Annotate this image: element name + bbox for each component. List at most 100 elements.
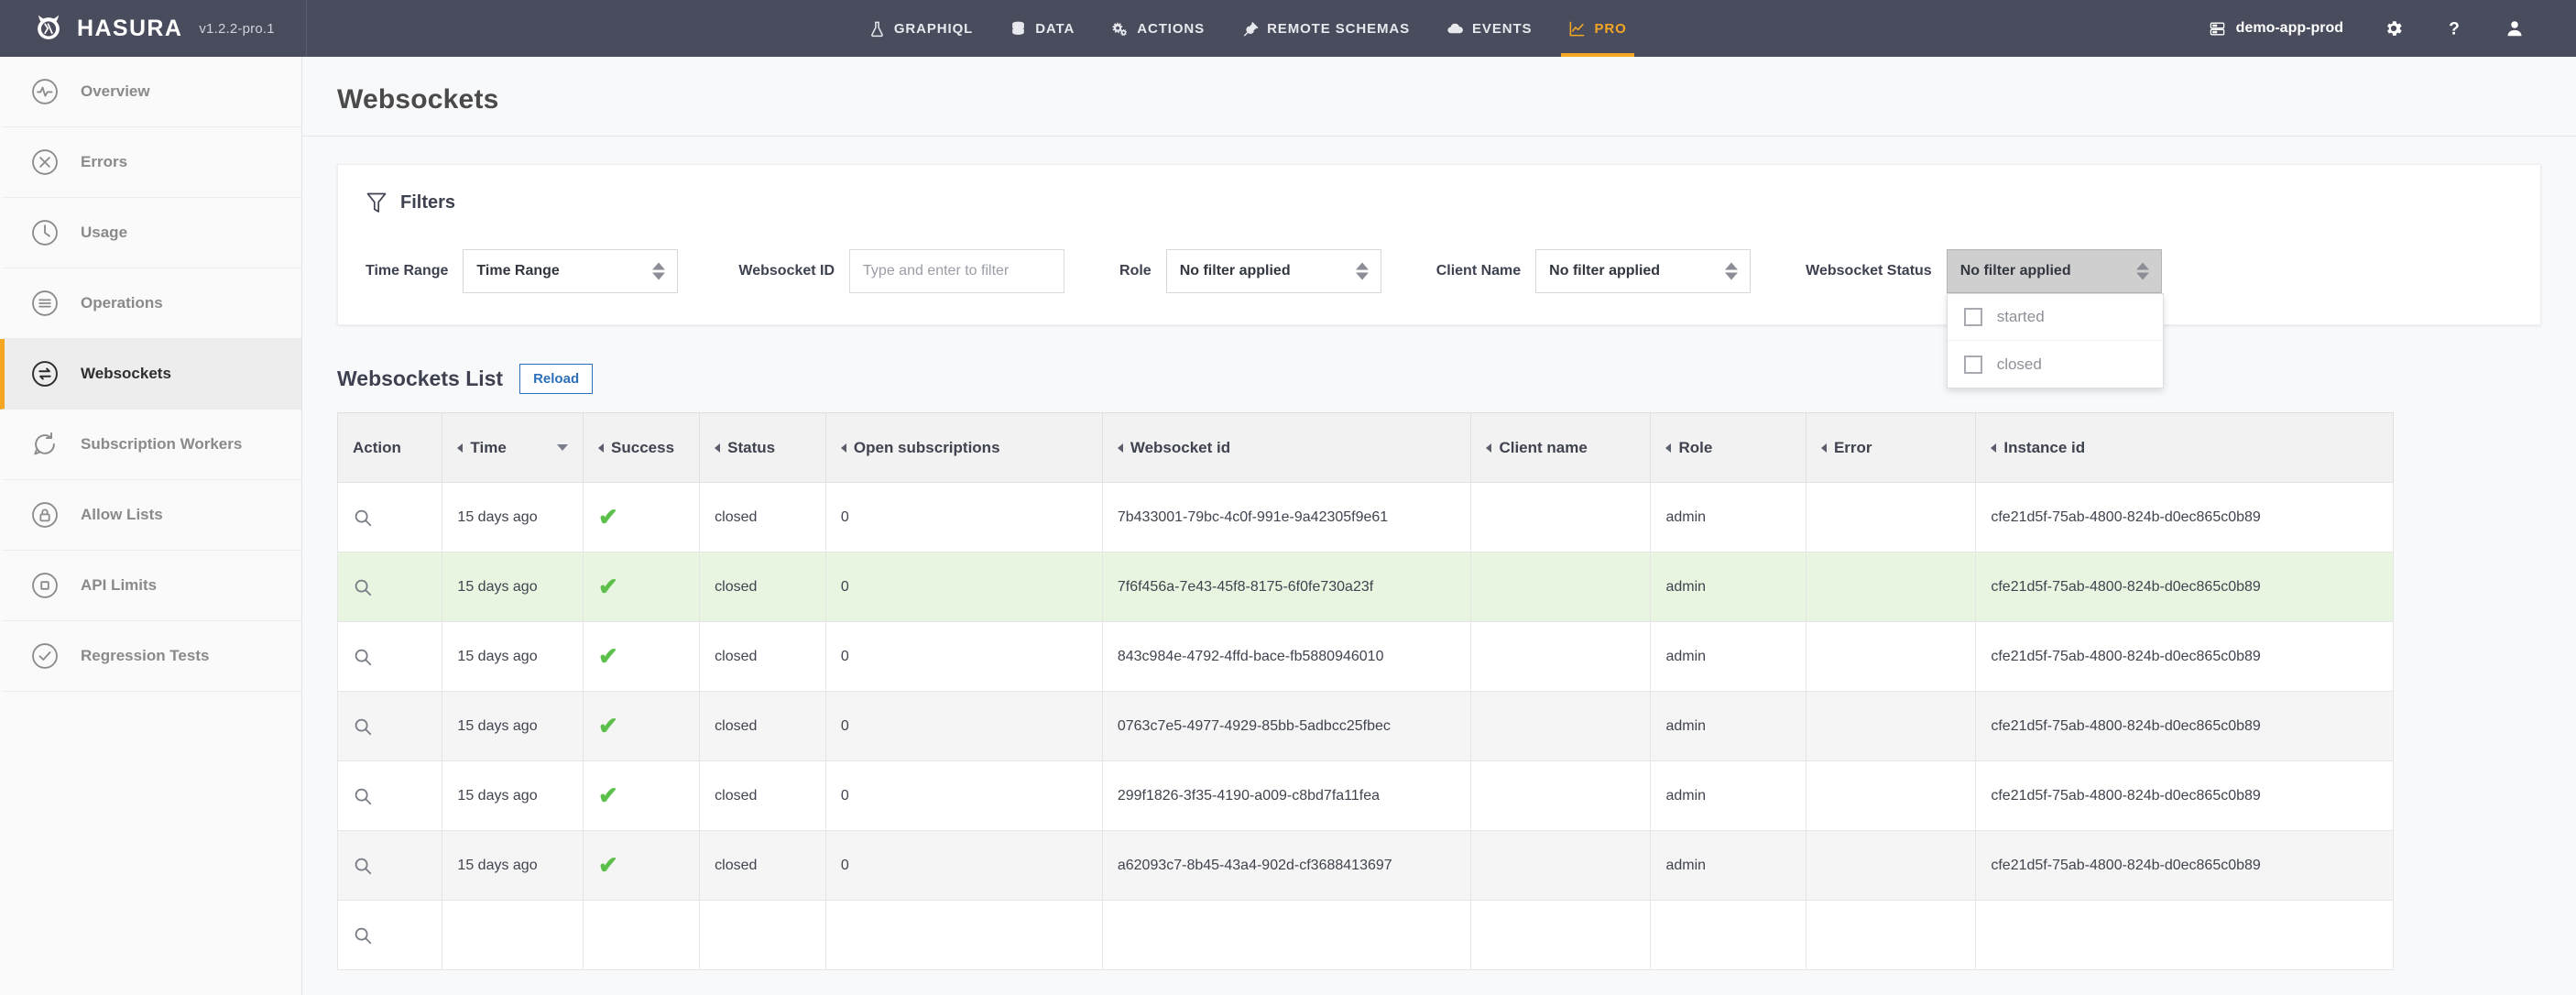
success-check-icon: ✔ (598, 642, 618, 670)
cell-action[interactable] (338, 552, 442, 622)
table-row[interactable]: 15 days ago✔closed0a62093c7-8b45-43a4-90… (338, 831, 2394, 901)
column-label: Role (1678, 439, 1712, 457)
column-header-role[interactable]: Role (1651, 413, 1806, 483)
column-header-instance-id[interactable]: Instance id (1976, 413, 2394, 483)
nav-item-data[interactable]: DATA (991, 0, 1093, 57)
websocket-status-select[interactable]: No filter applied started closed (1947, 249, 2162, 293)
reload-button[interactable]: Reload (519, 364, 593, 394)
sidebar-item-usage[interactable]: Usage (0, 198, 301, 268)
column-header-action[interactable]: Action (338, 413, 442, 483)
time-range-value: Time Range (476, 263, 559, 279)
column-header-status[interactable]: Status (700, 413, 826, 483)
table-row[interactable]: 15 days ago✔closed0299f1826-3f35-4190-a0… (338, 761, 2394, 831)
nav-item-label: PRO (1594, 21, 1626, 37)
column-label: Error (1834, 439, 1872, 457)
sidebar-item-websockets[interactable]: Websockets (0, 339, 301, 410)
column-label: Websocket id (1130, 439, 1230, 457)
websocket-status-label: Websocket Status (1806, 263, 1932, 279)
cell-action[interactable] (338, 692, 442, 761)
nav-item-pro[interactable]: PRO (1550, 0, 1644, 57)
sidebar-item-overview[interactable]: Overview (0, 57, 301, 127)
client-name-value: No filter applied (1549, 263, 1660, 279)
column-header-client-name[interactable]: Client name (1471, 413, 1651, 483)
settings-button[interactable] (2363, 18, 2424, 38)
cell-instance-id: cfe21d5f-75ab-4800-824b-d0ec865c0b89 (1976, 761, 2394, 831)
sidebar-item-operations[interactable]: Operations (0, 268, 301, 339)
search-icon[interactable] (353, 577, 373, 597)
sidebar-item-subscription-workers[interactable]: Subscription Workers (0, 410, 301, 480)
cell-action[interactable] (338, 622, 442, 692)
column-label: Instance id (2003, 439, 2085, 457)
project-name: demo-app-prod (2236, 20, 2343, 37)
help-button[interactable]: ? (2424, 18, 2484, 38)
time-range-select[interactable]: Time Range (463, 249, 678, 293)
table-row[interactable] (338, 901, 2394, 970)
search-icon[interactable] (353, 856, 373, 876)
search-icon[interactable] (353, 716, 373, 737)
cell-time (442, 901, 584, 970)
cell-role (1651, 901, 1806, 970)
sidebar-item-regression-tests[interactable]: Regression Tests (0, 621, 301, 692)
time-range-label: Time Range (366, 263, 448, 279)
sidebar-item-allow-lists[interactable]: Allow Lists (0, 480, 301, 551)
table-row[interactable]: 15 days ago✔closed07f6f456a-7e43-45f8-81… (338, 552, 2394, 622)
column-header-success[interactable]: Success (584, 413, 700, 483)
role-value: No filter applied (1180, 263, 1291, 279)
column-header-websocket-id[interactable]: Websocket id (1102, 413, 1471, 483)
filters-header: Filters (366, 191, 2513, 214)
nav-item-graphiql[interactable]: GRAPHIQL (850, 0, 991, 57)
svg-text:?: ? (2449, 19, 2460, 38)
client-name-select[interactable]: No filter applied (1535, 249, 1751, 293)
cell-websocket-id (1102, 901, 1471, 970)
table-row[interactable]: 15 days ago✔closed00763c7e5-4977-4929-85… (338, 692, 2394, 761)
brand-home-link[interactable]: HASURA v1.2.2-pro.1 (0, 0, 307, 57)
search-icon[interactable] (353, 647, 373, 667)
table-row[interactable]: 15 days ago✔closed0843c984e-4792-4ffd-ba… (338, 622, 2394, 692)
search-icon[interactable] (353, 786, 373, 806)
checkbox-icon[interactable] (1964, 355, 1982, 374)
chevron-down-icon[interactable] (557, 444, 568, 451)
time-range-filter: Time Range Time Range (366, 249, 678, 293)
table-row[interactable]: 15 days ago✔closed07b433001-79bc-4c0f-99… (338, 483, 2394, 552)
column-header-time[interactable]: Time (442, 413, 584, 483)
cell-success: ✔ (584, 622, 700, 692)
pulse-circle-icon (29, 76, 60, 107)
cell-client-name (1471, 483, 1651, 552)
dropdown-option-closed[interactable]: closed (1948, 341, 2163, 388)
search-icon[interactable] (353, 508, 373, 528)
cell-client-name (1471, 552, 1651, 622)
role-select[interactable]: No filter applied (1166, 249, 1381, 293)
caret-left-icon (1486, 443, 1491, 453)
account-button[interactable] (2484, 18, 2545, 38)
cell-websocket-id: 7b433001-79bc-4c0f-991e-9a42305f9e61 (1102, 483, 1471, 552)
cell-action[interactable] (338, 831, 442, 901)
column-header-error[interactable]: Error (1806, 413, 1975, 483)
caret-left-icon (1991, 443, 1996, 453)
cell-open-subscriptions: 0 (825, 831, 1102, 901)
stepper-icon (652, 263, 665, 280)
role-filter: Role No filter applied (1119, 249, 1381, 293)
nav-item-remote-schemas[interactable]: REMOTE SCHEMAS (1223, 0, 1428, 57)
cell-action[interactable] (338, 761, 442, 831)
checkbox-icon[interactable] (1964, 308, 1982, 326)
project-selector[interactable]: demo-app-prod (2189, 20, 2363, 38)
cell-websocket-id: 299f1826-3f35-4190-a009-c8bd7fa11fea (1102, 761, 1471, 831)
websocket-id-input[interactable] (849, 249, 1064, 293)
dropdown-option-started[interactable]: started (1948, 294, 2163, 341)
nav-item-actions[interactable]: ACTIONS (1093, 0, 1223, 57)
caret-left-icon (1665, 443, 1671, 453)
nav-item-events[interactable]: EVENTS (1428, 0, 1550, 57)
success-check-icon: ✔ (598, 851, 618, 879)
column-header-open-subscriptions[interactable]: Open subscriptions (825, 413, 1102, 483)
sidebar-item-errors[interactable]: Errors (0, 127, 301, 198)
filters-row: Time Range Time Range Websocket ID Role (366, 249, 2513, 293)
cell-action[interactable] (338, 901, 442, 970)
websockets-table: Action Time Success (337, 412, 2394, 970)
sidebar-item-api-limits[interactable]: API Limits (0, 551, 301, 621)
table-body: 15 days ago✔closed07b433001-79bc-4c0f-99… (338, 483, 2394, 970)
cell-client-name (1471, 761, 1651, 831)
plug-icon (1241, 20, 1259, 38)
cell-action[interactable] (338, 483, 442, 552)
cell-websocket-id: 7f6f456a-7e43-45f8-8175-6f0fe730a23f (1102, 552, 1471, 622)
search-icon[interactable] (353, 925, 373, 946)
